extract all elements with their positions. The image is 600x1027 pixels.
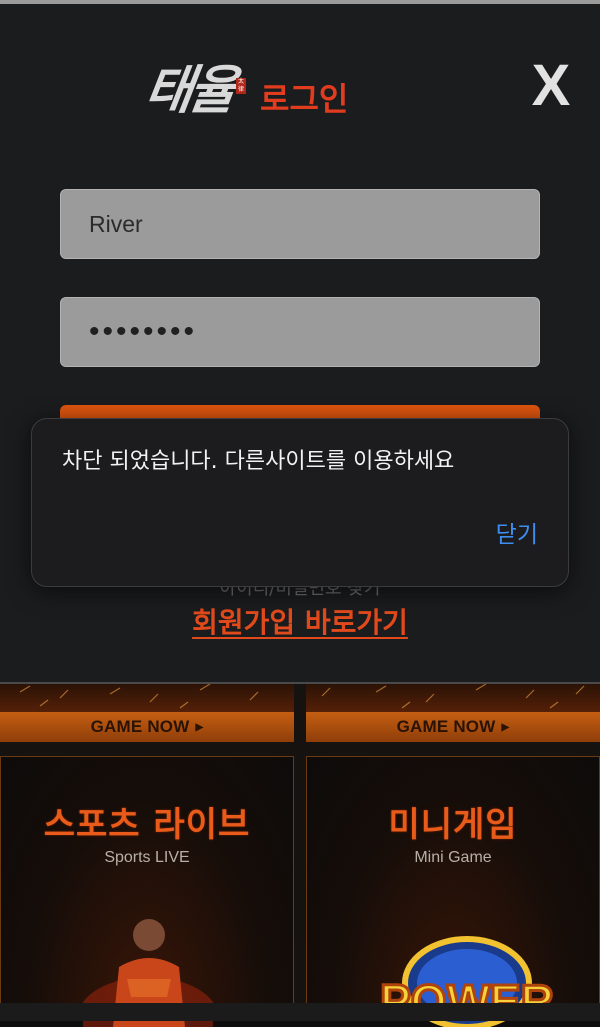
play-arrow-icon: ▶ [501, 722, 510, 733]
game-card-sports[interactable]: GAME NOW ▶ 스포츠 라이브 Sports LIVE [0, 684, 294, 1027]
game-card-body: 스포츠 라이브 Sports LIVE [0, 756, 294, 1027]
game-banner: GAME NOW ▶ [306, 684, 600, 742]
game-now-button[interactable]: GAME NOW ▶ [306, 712, 600, 742]
game-subtitle: Sports LIVE [104, 849, 190, 866]
login-title: 로그인 [260, 80, 349, 118]
bottom-strip [0, 1003, 600, 1021]
password-field[interactable] [60, 297, 540, 367]
game-title: 스포츠 라이브 [43, 805, 251, 845]
brand-logo-script: 태율 [141, 60, 238, 121]
game-card-mini[interactable]: GAME NOW ▶ 미니게임 Mini Game POWER [306, 684, 600, 1027]
play-arrow-icon: ▶ [195, 722, 204, 733]
alert-close-button[interactable]: 닫기 [496, 515, 538, 549]
game-card-body: 미니게임 Mini Game POWER [306, 756, 600, 1027]
brand-logo: 태율 太律 로그인 [141, 48, 366, 128]
game-now-button[interactable]: GAME NOW ▶ [0, 712, 294, 742]
close-button[interactable]: X [526, 56, 576, 116]
game-title: 미니게임 [388, 805, 518, 845]
alert-message: 차단 되었습니다. 다른사이트를 이용하세요 [62, 449, 455, 474]
games-section: GAME NOW ▶ 스포츠 라이브 Sports LIVE GAME NOW … [0, 684, 600, 1027]
game-banner: GAME NOW ▶ [0, 684, 294, 742]
username-field[interactable] [60, 189, 540, 259]
brand-seal: 太律 [236, 78, 246, 94]
alert-dialog: 차단 되었습니다. 다른사이트를 이용하세요 닫기 [31, 418, 569, 587]
signup-link[interactable]: 회원가입 바로가기 [0, 601, 600, 641]
game-subtitle: Mini Game [414, 849, 492, 866]
